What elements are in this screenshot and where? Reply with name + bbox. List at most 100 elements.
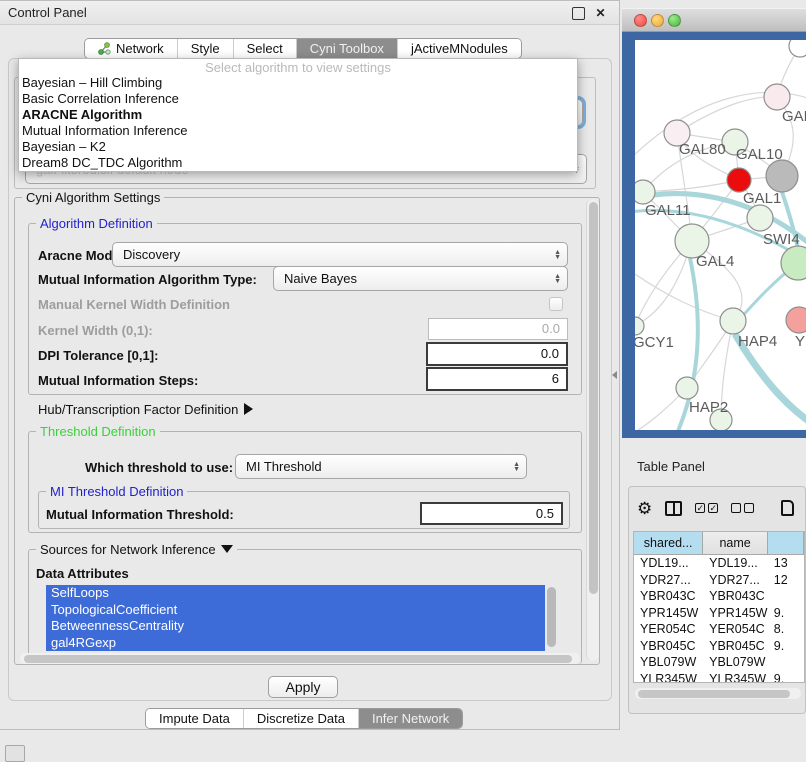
select-all-checks-icon[interactable]: ✓✓ bbox=[695, 503, 718, 513]
column-header-clipped[interactable] bbox=[768, 532, 804, 554]
table-cell bbox=[768, 654, 804, 671]
network-node[interactable] bbox=[747, 205, 773, 231]
settings-scrollbar[interactable] bbox=[586, 199, 599, 661]
close-traffic-light-icon[interactable] bbox=[634, 14, 647, 27]
mi-threshold-field[interactable]: 0.5 bbox=[420, 502, 563, 525]
settings-hscrollbar-thumb[interactable] bbox=[24, 655, 572, 663]
network-node[interactable] bbox=[766, 160, 798, 192]
tab-select[interactable]: Select bbox=[234, 39, 297, 58]
network-node[interactable] bbox=[676, 377, 698, 399]
tab-label: jActiveMNodules bbox=[411, 41, 508, 56]
data-attribute-item[interactable]: BetweennessCentrality bbox=[46, 618, 545, 635]
network-node[interactable] bbox=[720, 308, 746, 334]
table-cell: YPR145W bbox=[703, 605, 768, 622]
tab-network[interactable]: Network bbox=[85, 39, 178, 58]
table-cell: YDL19... bbox=[703, 555, 768, 572]
algorithm-option[interactable]: ARACNE Algorithm bbox=[19, 107, 577, 123]
cyni-bottom-tabs: Impute Data Discretize Data Infer Network bbox=[145, 708, 463, 729]
node-label: GCY1 bbox=[635, 334, 674, 351]
attributes-scrollbar[interactable] bbox=[545, 585, 558, 651]
close-panel-icon[interactable]: ✕ bbox=[594, 7, 607, 20]
mi-type-label: Mutual Information Algorithm Type: bbox=[38, 272, 257, 287]
control-panel-title: Control Panel bbox=[0, 1, 619, 25]
table-cell: 9. bbox=[768, 671, 804, 684]
tab-label: Discretize Data bbox=[257, 711, 345, 726]
algorithm-option[interactable]: Basic Correlation Inference bbox=[19, 91, 577, 107]
data-attribute-item[interactable]: TopologicalCoefficient bbox=[46, 602, 545, 619]
collapsed-panel-icon[interactable] bbox=[5, 745, 25, 762]
combo-arrows-icon: ▲▼ bbox=[513, 462, 520, 472]
network-edge[interactable] bbox=[677, 97, 777, 133]
network-node[interactable] bbox=[727, 168, 751, 192]
manual-kernel-checkbox[interactable] bbox=[549, 297, 563, 311]
algorithm-option[interactable]: Bayesian – Hill Climbing bbox=[19, 75, 577, 91]
column-header-name[interactable]: name bbox=[703, 532, 768, 554]
node-label: GAL bbox=[782, 108, 806, 125]
network-graph: GALGAL80GAL10GAL1GAL11SWI4GAL4GCY1HAP4YH… bbox=[635, 40, 806, 430]
table-row[interactable]: YLR345WYLR345W9. bbox=[634, 671, 804, 684]
gear-icon[interactable]: ⚙ bbox=[637, 500, 652, 517]
tab-cyni-toolbox[interactable]: Cyni Toolbox bbox=[297, 39, 398, 58]
split-divider-arrow-icon[interactable] bbox=[612, 371, 617, 379]
zoom-traffic-light-icon[interactable] bbox=[668, 14, 681, 27]
float-panel-icon[interactable] bbox=[572, 7, 585, 20]
table-row[interactable]: YDL19...YDL19...13 bbox=[634, 555, 804, 572]
table-row[interactable]: YBR043CYBR043C bbox=[634, 588, 804, 605]
table-cell: 13 bbox=[768, 555, 804, 572]
network-node[interactable] bbox=[635, 180, 655, 204]
hub-definition-toggle[interactable]: Hub/Transcription Factor Definition bbox=[38, 402, 253, 417]
table-row[interactable]: YBL079WYBL079W bbox=[634, 654, 804, 671]
table-row[interactable]: YDR27...YDR27...12 bbox=[634, 572, 804, 589]
kernel-width-field[interactable]: 0.0 bbox=[428, 318, 568, 340]
data-attributes-list: SelfLoopsTopologicalCoefficientBetweenne… bbox=[46, 585, 545, 651]
network-node[interactable] bbox=[764, 84, 790, 110]
network-node[interactable] bbox=[786, 307, 806, 333]
tab-impute-data[interactable]: Impute Data bbox=[146, 709, 244, 728]
aracne-mode-combo[interactable]: Discovery ▲▼ bbox=[112, 242, 568, 267]
tab-infer-network[interactable]: Infer Network bbox=[359, 709, 462, 728]
network-frame: GALGAL80GAL10GAL1GAL11SWI4GAL4GCY1HAP4YH… bbox=[622, 32, 806, 438]
network-icon bbox=[98, 42, 111, 55]
table-cell: YBR045C bbox=[634, 638, 703, 655]
network-canvas[interactable]: GALGAL80GAL10GAL1GAL11SWI4GAL4GCY1HAP4YH… bbox=[635, 40, 806, 430]
tab-discretize-data[interactable]: Discretize Data bbox=[244, 709, 359, 728]
mi-threshold-group-title: MI Threshold Definition bbox=[46, 484, 187, 499]
threshold-definition-title: Threshold Definition bbox=[36, 424, 160, 439]
attributes-scrollbar-thumb[interactable] bbox=[547, 587, 556, 647]
dpi-tolerance-field[interactable]: 0.0 bbox=[426, 342, 568, 366]
settings-hscrollbar[interactable] bbox=[20, 653, 580, 664]
network-view-window: GALGAL80GAL10GAL1GAL11SWI4GAL4GCY1HAP4YH… bbox=[622, 8, 806, 438]
network-edge[interactable] bbox=[643, 180, 739, 192]
columns-icon[interactable] bbox=[665, 501, 682, 516]
network-node[interactable] bbox=[789, 40, 806, 57]
node-table: shared...name YDL19...YDL19...13YDR27...… bbox=[633, 531, 805, 683]
table-hscrollbar[interactable] bbox=[635, 688, 801, 699]
network-node[interactable] bbox=[635, 317, 644, 335]
table-toolbar: ⚙ ✓✓ bbox=[637, 497, 794, 519]
data-attribute-item[interactable]: gal4RGexp bbox=[46, 635, 545, 652]
table-row[interactable]: YPR145WYPR145W9. bbox=[634, 605, 804, 622]
column-header-shared...[interactable]: shared... bbox=[634, 532, 703, 554]
sources-group-title[interactable]: Sources for Network Inference bbox=[36, 542, 237, 557]
tab-jactivemnodules[interactable]: jActiveMNodules bbox=[398, 39, 521, 58]
algorithm-option[interactable]: Mutual Information Inference bbox=[19, 123, 577, 139]
network-window-titlebar[interactable] bbox=[622, 8, 806, 32]
mi-steps-field[interactable]: 6 bbox=[426, 367, 568, 391]
tab-style[interactable]: Style bbox=[178, 39, 234, 58]
apply-button[interactable]: Apply bbox=[268, 676, 338, 698]
node-label: HAP4 bbox=[738, 333, 777, 350]
table-row[interactable]: YER054CYER054C8. bbox=[634, 621, 804, 638]
algorithm-option[interactable]: Bayesian – K2 bbox=[19, 139, 577, 155]
algorithm-option[interactable]: Dream8 DC_TDC Algorithm bbox=[19, 155, 577, 171]
settings-scrollbar-thumb[interactable] bbox=[589, 202, 598, 594]
table-row[interactable]: YBR045CYBR045C9. bbox=[634, 638, 804, 655]
table-hscrollbar-thumb[interactable] bbox=[638, 690, 790, 698]
node-label: Y bbox=[795, 333, 805, 350]
new-table-icon[interactable] bbox=[781, 500, 794, 516]
minimize-traffic-light-icon[interactable] bbox=[651, 14, 664, 27]
deselect-all-checks-icon[interactable] bbox=[731, 503, 754, 513]
data-attribute-item[interactable]: SelfLoops bbox=[46, 585, 545, 602]
mi-type-combo[interactable]: Naive Bayes ▲▼ bbox=[273, 266, 568, 291]
which-threshold-combo[interactable]: MI Threshold ▲▼ bbox=[235, 454, 527, 479]
table-cell: YBR043C bbox=[634, 588, 703, 605]
